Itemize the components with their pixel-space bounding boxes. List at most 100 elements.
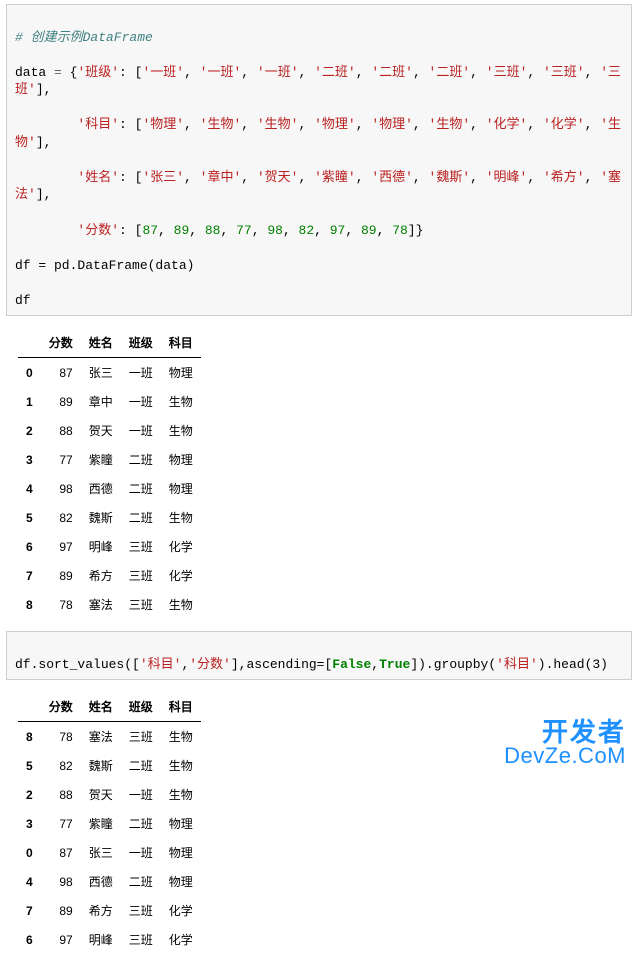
- cell: 二班: [121, 867, 161, 896]
- row-index: 6: [18, 925, 41, 954]
- table-row: 087张三一班物理: [18, 838, 201, 867]
- cell: 西德: [81, 867, 121, 896]
- cell: 87: [41, 358, 81, 388]
- cell: 78: [41, 722, 81, 752]
- table-row: 582魏斯二班生物: [18, 751, 201, 780]
- cell: 生物: [161, 503, 201, 532]
- cell: 塞法: [81, 590, 121, 619]
- cell: 希方: [81, 561, 121, 590]
- cell: 明峰: [81, 532, 121, 561]
- cell: 三班: [121, 925, 161, 954]
- cell: 77: [41, 809, 81, 838]
- table-row: 582魏斯二班生物: [18, 503, 201, 532]
- code-cell-2: df.sort_values(['科目','分数'],ascending=[Fa…: [6, 631, 632, 680]
- cell: 二班: [121, 445, 161, 474]
- row-index: 2: [18, 780, 41, 809]
- table-row: 789希方三班化学: [18, 896, 201, 925]
- cell: 二班: [121, 751, 161, 780]
- cell: 生物: [161, 416, 201, 445]
- table-row: 697明峰三班化学: [18, 532, 201, 561]
- row-index: 7: [18, 896, 41, 925]
- cell: 97: [41, 532, 81, 561]
- row-index: 1: [18, 387, 41, 416]
- cell: 张三: [81, 358, 121, 388]
- table-row: 697明峰三班化学: [18, 925, 201, 954]
- row-index: 3: [18, 445, 41, 474]
- cell: 一班: [121, 838, 161, 867]
- cell: 魏斯: [81, 751, 121, 780]
- row-index: 5: [18, 751, 41, 780]
- cell: 魏斯: [81, 503, 121, 532]
- cell: 物理: [161, 838, 201, 867]
- cell: 化学: [161, 925, 201, 954]
- code-line-eval: df: [15, 293, 31, 308]
- cell: 贺天: [81, 780, 121, 809]
- table-row: 878塞法三班生物: [18, 722, 201, 752]
- column-header: 科目: [161, 692, 201, 722]
- cell: 贺天: [81, 416, 121, 445]
- cell: 97: [41, 925, 81, 954]
- row-index: 8: [18, 722, 41, 752]
- cell: 89: [41, 896, 81, 925]
- cell: 西德: [81, 474, 121, 503]
- table-row: 789希方三班化学: [18, 561, 201, 590]
- row-index: 5: [18, 503, 41, 532]
- cell: 89: [41, 561, 81, 590]
- cell: 98: [41, 867, 81, 896]
- cell: 一班: [121, 780, 161, 809]
- cell: 明峰: [81, 925, 121, 954]
- row-index: 6: [18, 532, 41, 561]
- cell: 77: [41, 445, 81, 474]
- cell: 希方: [81, 896, 121, 925]
- code-cell-1: # 创建示例DataFrame data = {'班级': ['一班', '一班…: [6, 4, 632, 316]
- cell: 87: [41, 838, 81, 867]
- table-row: 288贺天一班生物: [18, 416, 201, 445]
- column-header: 姓名: [81, 328, 121, 358]
- row-index: 3: [18, 809, 41, 838]
- cell: 生物: [161, 722, 201, 752]
- row-index: 4: [18, 474, 41, 503]
- dataframe-output-2: 分数姓名班级科目 878塞法三班生物582魏斯二班生物288贺天一班生物377紫…: [0, 684, 638, 962]
- table-header-row-2: 分数姓名班级科目: [18, 692, 201, 722]
- table-row: 498西德二班物理: [18, 474, 201, 503]
- cell: 三班: [121, 722, 161, 752]
- cell: 紫瞳: [81, 445, 121, 474]
- row-index: 4: [18, 867, 41, 896]
- cell: 物理: [161, 809, 201, 838]
- cell: 89: [41, 387, 81, 416]
- cell: 二班: [121, 503, 161, 532]
- row-index: 8: [18, 590, 41, 619]
- cell: 生物: [161, 590, 201, 619]
- table-row: 878塞法三班生物: [18, 590, 201, 619]
- list-vals4: 87, 89, 88, 77, 98, 82, 97, 89, 78: [142, 223, 407, 238]
- cell: 化学: [161, 896, 201, 925]
- cell: 三班: [121, 590, 161, 619]
- cell: 化学: [161, 532, 201, 561]
- cell: 化学: [161, 561, 201, 590]
- cell: 紫瞳: [81, 809, 121, 838]
- cell: 98: [41, 474, 81, 503]
- cell: 塞法: [81, 722, 121, 752]
- code-text: data: [15, 65, 54, 80]
- table-row: 189章中一班生物: [18, 387, 201, 416]
- cell: 一班: [121, 416, 161, 445]
- code-line-df: df = pd.DataFrame(data): [15, 258, 194, 273]
- column-header: 分数: [41, 692, 81, 722]
- table-body-2: 878塞法三班生物582魏斯二班生物288贺天一班生物377紫瞳二班物理087张…: [18, 722, 201, 955]
- table-row: 377紫瞳二班物理: [18, 809, 201, 838]
- cell: 物理: [161, 358, 201, 388]
- column-header: 分数: [41, 328, 81, 358]
- table-header-row: 分数姓名班级科目: [18, 328, 201, 358]
- dataframe-output-1: 分数姓名班级科目 087张三一班物理189章中一班生物288贺天一班生物377紫…: [0, 320, 638, 627]
- cell: 二班: [121, 474, 161, 503]
- row-index: 7: [18, 561, 41, 590]
- cell: 生物: [161, 780, 201, 809]
- cell: 78: [41, 590, 81, 619]
- dataframe-table-2: 分数姓名班级科目 878塞法三班生物582魏斯二班生物288贺天一班生物377紫…: [18, 692, 201, 954]
- row-index: 0: [18, 358, 41, 388]
- column-header: 班级: [121, 328, 161, 358]
- cell: 章中: [81, 387, 121, 416]
- cell: 82: [41, 503, 81, 532]
- row-index: 2: [18, 416, 41, 445]
- cell: 物理: [161, 474, 201, 503]
